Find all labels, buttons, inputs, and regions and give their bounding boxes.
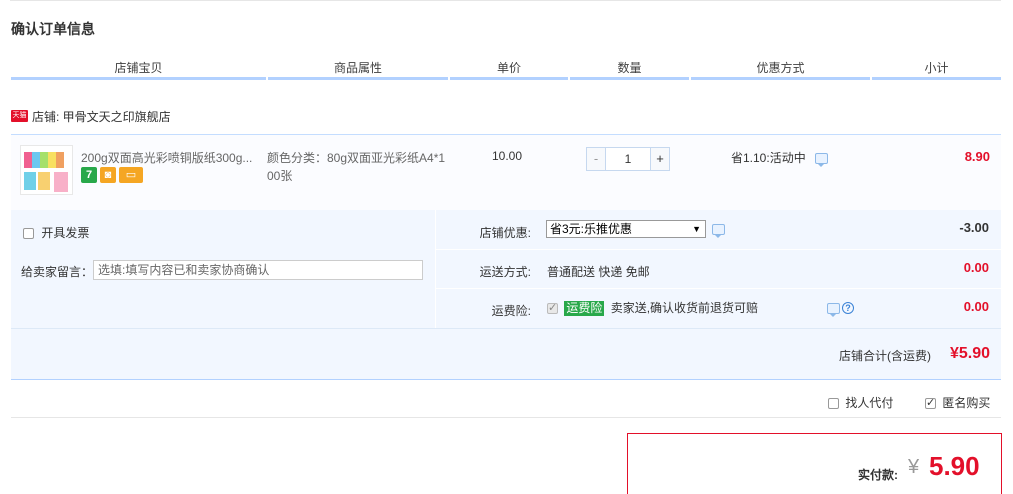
column-header: 店铺宝贝 商品属性 单价 数量 优惠方式 小计 (11, 58, 1001, 80)
insurance-checkbox (547, 301, 558, 315)
shop-discount-select[interactable]: 省3元:乐推优惠 ▼ (546, 220, 706, 238)
shop-total-row: 店铺合计(含运费) ¥5.90 (11, 328, 1001, 380)
anonymous-purchase-label: 匿名购买 (942, 396, 991, 410)
chat-icon[interactable] (815, 153, 829, 168)
item-subtotal: 8.90 (964, 149, 990, 164)
quantity-plus-button[interactable]: + (650, 147, 670, 171)
actual-payment-label: 实付款: (858, 468, 898, 482)
top-divider (10, 0, 1001, 1)
insurance-label: 运费险: (491, 304, 531, 318)
divider (11, 417, 1001, 418)
column-subtotal: 小计 (872, 58, 1001, 80)
payment-summary: 实付款: ¥ 5.90 (627, 433, 1002, 494)
seven-day-return-icon[interactable]: 7 (81, 167, 97, 183)
product-title-link[interactable]: 200g双面高光彩喷铜版纸300g... (81, 149, 259, 166)
insurance-option: 运费险 卖家送,确认收货前退货可赔 (547, 299, 758, 316)
quantity-minus-button[interactable]: - (586, 147, 606, 171)
chat-icon[interactable] (827, 303, 840, 317)
invoice-checkbox[interactable] (23, 228, 34, 240)
shopping-bag-icon[interactable]: ◙ (100, 167, 116, 183)
column-shop-item: 店铺宝贝 (11, 58, 266, 80)
shop-discount-label: 店铺优惠: (479, 226, 531, 240)
column-attributes: 商品属性 (268, 58, 448, 80)
shop-name-link[interactable]: 店铺: 甲骨文天之印旗舰店 (32, 108, 171, 125)
discount-info: 省1.10:活动中 (731, 149, 829, 168)
unit-price: 10.00 (492, 149, 523, 163)
insurance-badge: 运费险 (564, 301, 605, 316)
anonymous-purchase-option[interactable]: 匿名购买 (925, 394, 990, 411)
invoice-option[interactable]: 开具发票 (23, 224, 89, 241)
delivery-value: 普通配送 快递 免邮 (547, 265, 650, 279)
actual-payment-amount: 5.90 (929, 451, 980, 481)
proxy-pay-label: 找人代付 (845, 396, 894, 410)
shop-total-amount: ¥5.90 (949, 345, 990, 362)
insurance-text: 卖家送,确认收货前退货可赔 (610, 301, 759, 315)
page-title: 确认订单信息 (11, 21, 95, 37)
shop-total-label: 店铺合计(含运费) (839, 349, 931, 363)
product-thumbnail[interactable] (20, 145, 73, 195)
insurance-amount: 0.00 (963, 299, 989, 314)
shop-discount-amount: -3.00 (959, 220, 989, 235)
anonymous-purchase-checkbox[interactable] (925, 396, 936, 410)
discount-text: 省1.10:活动中 (731, 151, 806, 165)
chat-icon[interactable] (712, 224, 725, 238)
delivery-amount: 0.00 (963, 260, 989, 275)
column-discount: 优惠方式 (691, 58, 870, 80)
product-sku: 颜色分类：80g双面亚光彩纸A4*100张 (267, 151, 446, 183)
tmall-icon: 天猫 (11, 110, 28, 122)
column-price: 单价 (450, 58, 568, 80)
seller-message-input[interactable]: 选填:填写内容已和卖家协商确认 (93, 260, 423, 280)
shop-discount-value: 省3元:乐推优惠 (550, 222, 633, 236)
quantity-stepper: - 1 + (586, 147, 671, 171)
delivery-label: 运送方式: (479, 265, 531, 279)
column-quantity: 数量 (570, 58, 689, 80)
invoice-label: 开具发票 (41, 226, 90, 240)
order-item-row: 200g双面高光彩喷铜版纸300g... 7 ◙ ▭ 颜色分类：80g双面亚光彩… (11, 134, 1001, 210)
proxy-pay-checkbox[interactable] (828, 398, 839, 410)
currency-symbol: ¥ (908, 456, 920, 478)
message-label: 给卖家留言： (21, 265, 94, 279)
quantity-input[interactable]: 1 (606, 147, 650, 171)
proxy-pay-option[interactable]: 找人代付 (828, 394, 893, 411)
card-payment-icon[interactable]: ▭ (119, 167, 143, 183)
order-options-panel: 开具发票 给卖家留言： 选填:填写内容已和卖家协商确认 店铺优惠: 省3元:乐推… (11, 210, 1001, 328)
help-icon[interactable]: ? (842, 302, 854, 314)
dropdown-arrow-icon: ▼ (692, 224, 701, 234)
